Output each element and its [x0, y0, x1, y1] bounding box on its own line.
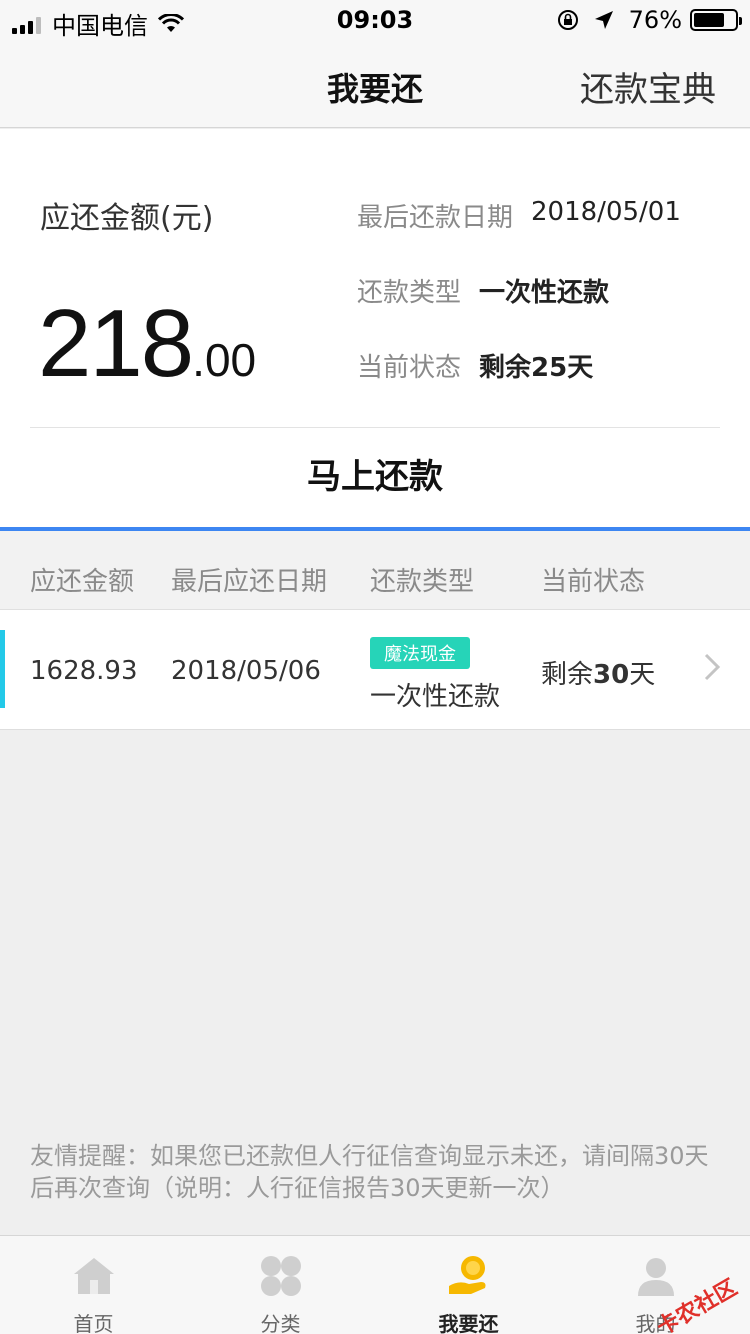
amount-integer: 218: [38, 290, 194, 397]
tab-home-label: 首页: [73, 1312, 114, 1334]
category-icon: [260, 1256, 301, 1296]
tab-repay[interactable]: 我要还: [375, 1236, 562, 1334]
status-right: 76%: [557, 6, 742, 34]
amount-decimal: .00: [192, 334, 257, 386]
tab-home[interactable]: 首页: [0, 1236, 187, 1334]
repayment-summary-card: 应还金额(元) 218.00 最后还款日期 2018/05/01 还款类型 一次…: [0, 129, 750, 527]
nav-bar: 我要还 还款宝典: [0, 40, 750, 128]
due-date-label: 最后还款日期: [357, 203, 514, 233]
screen: 中国电信 09:03 76% 我要还 还款宝典 应还金额(元) 218.00 最…: [0, 0, 750, 1334]
due-date-value: 2018/05/01: [531, 197, 681, 227]
due-date-row: 最后还款日期 2018/05/01: [357, 197, 681, 234]
status-row: 当前状态 剩余25天: [357, 347, 593, 384]
profile-icon: [637, 1258, 674, 1296]
status-value: 剩余25天: [479, 353, 594, 383]
amount-due-value: 218.00: [38, 289, 256, 399]
header-due-date: 最后应还日期: [171, 567, 328, 597]
table-row[interactable]: 1628.93 2018/05/06 魔法现金 一次性还款 剩余30天: [0, 610, 750, 730]
product-badge: 魔法现金: [370, 637, 470, 669]
reminder-text: 友情提醒：如果您已还款但人行征信查询显示未还，请间隔30天后再次查询（说明：人行…: [30, 1142, 709, 1202]
table-header: 应还金额 最后应还日期 还款类型 当前状态: [0, 531, 750, 610]
repay-coin-icon: [448, 1256, 485, 1294]
status-bar: 中国电信 09:03 76%: [0, 0, 750, 40]
row-status-prefix: 剩余: [541, 660, 594, 690]
rotation-lock-icon: [557, 10, 578, 30]
battery-icon: [690, 9, 742, 31]
row-type: 一次性还款: [370, 682, 501, 712]
row-status: 剩余30天: [541, 654, 655, 691]
row-status-number: 30: [593, 660, 630, 690]
row-amount: 1628.93: [30, 656, 138, 686]
battery-percent: 76%: [628, 6, 682, 34]
repay-type-value: 一次性还款: [479, 278, 610, 308]
pay-now-button[interactable]: 马上还款: [0, 428, 750, 527]
status-label: 当前状态: [357, 353, 462, 383]
row-accent-bar: [0, 630, 5, 708]
header-amount: 应还金额: [30, 567, 135, 597]
chevron-right-icon: [704, 653, 721, 681]
repay-type-row: 还款类型 一次性还款: [357, 272, 609, 309]
tab-category-label: 分类: [260, 1312, 301, 1334]
row-status-suffix: 天: [629, 660, 656, 690]
tab-repay-label: 我要还: [438, 1312, 499, 1334]
tab-category[interactable]: 分类: [187, 1236, 374, 1334]
header-type: 还款类型: [370, 567, 475, 597]
tab-bar: 首页 分类 我要还 我的: [0, 1235, 750, 1334]
amount-due-label: 应还金额(元): [40, 201, 214, 236]
row-due-date: 2018/05/06: [171, 656, 321, 686]
repay-type-label: 还款类型: [357, 278, 462, 308]
repayment-guide-link[interactable]: 还款宝典: [580, 62, 716, 111]
location-arrow-icon: [594, 11, 613, 29]
home-icon: [73, 1258, 114, 1294]
header-status: 当前状态: [541, 567, 646, 597]
